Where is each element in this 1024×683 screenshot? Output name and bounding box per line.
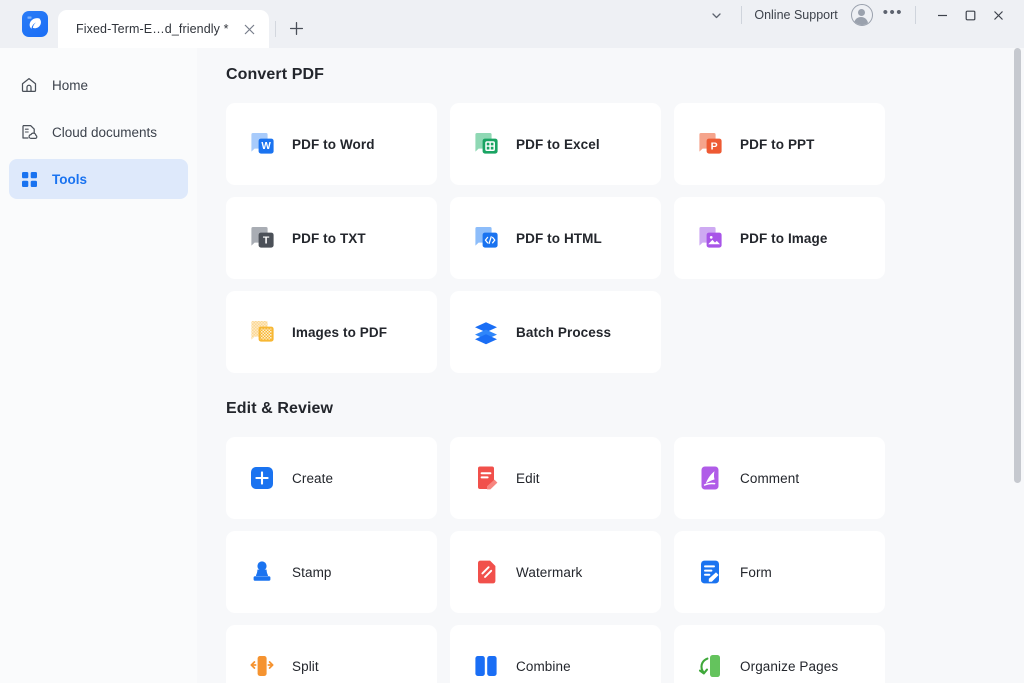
scrollbar-thumb[interactable]	[1014, 48, 1021, 483]
pdf-to-word-icon: W	[246, 128, 278, 160]
tool-card-label: Split	[292, 658, 319, 674]
tool-card-label: Create	[292, 470, 334, 486]
online-support-link[interactable]: Online Support	[754, 8, 837, 22]
tool-card-label: PDF to Image	[740, 230, 828, 246]
home-icon	[19, 75, 39, 95]
convert-pdf-grid: W PDF to Word PDF to Excel P PDF to PPT …	[226, 103, 1024, 373]
svg-text:P: P	[711, 140, 718, 152]
stamp-icon	[246, 556, 278, 588]
batch-process-icon	[470, 316, 502, 348]
tool-card-create[interactable]: Create	[226, 437, 437, 519]
main-scrollbar[interactable]	[1010, 48, 1024, 683]
tool-card-edit[interactable]: Edit	[450, 437, 661, 519]
tool-card-label: Watermark	[516, 564, 583, 580]
combine-icon	[470, 650, 502, 682]
tool-card-label: PDF to TXT	[292, 230, 366, 246]
tool-card-label: Comment	[740, 470, 800, 486]
new-tab-button[interactable]	[284, 15, 310, 41]
maximize-button[interactable]	[956, 2, 984, 28]
pdf-to-ppt-icon: P	[694, 128, 726, 160]
pdf-to-excel-icon	[470, 128, 502, 160]
cloud-document-icon	[19, 122, 39, 142]
body-area: Home Cloud documents Tools Convert PDF W…	[0, 48, 1024, 683]
avatar-icon[interactable]	[850, 4, 873, 26]
tool-card-label: Organize Pages	[740, 658, 839, 674]
sidebar-item-label: Home	[52, 77, 89, 93]
tool-card-label: Images to PDF	[292, 324, 388, 340]
sidebar-item-tools[interactable]: Tools	[9, 159, 188, 199]
tool-card-organize-pages[interactable]: Organize Pages	[674, 625, 885, 683]
sidebar-item-home[interactable]: Home	[9, 65, 188, 105]
more-horizontal-icon[interactable]: •••	[883, 5, 903, 25]
sidebar-item-label: Cloud documents	[52, 124, 158, 140]
create-icon	[246, 462, 278, 494]
tab-divider	[274, 21, 276, 37]
images-to-pdf-icon	[246, 316, 278, 348]
tool-card-label: Edit	[516, 470, 540, 486]
tool-card-label: PDF to Excel	[516, 136, 600, 152]
section-title: Edit & Review	[226, 400, 334, 417]
close-window-button[interactable]	[984, 2, 1012, 28]
section-edit-review: Edit & Review Create Edit Comment Stamp …	[226, 400, 1024, 683]
sidebar-item-cloud-documents[interactable]: Cloud documents	[9, 112, 188, 152]
pdf-to-txt-icon: T	[246, 222, 278, 254]
tool-card-comment[interactable]: Comment	[674, 437, 885, 519]
split-icon	[246, 650, 278, 682]
tool-card-split[interactable]: Split	[226, 625, 437, 683]
pdf-to-image-icon	[694, 222, 726, 254]
form-icon	[694, 556, 726, 588]
sidebar-item-label: Tools	[52, 171, 87, 187]
chevron-down-icon[interactable]	[703, 2, 729, 28]
tool-card-label: PDF to HTML	[516, 230, 602, 246]
titlebar-divider-2	[915, 6, 916, 24]
edit-review-grid: Create Edit Comment Stamp Watermark Form…	[226, 437, 1024, 683]
section-convert-pdf: Convert PDF W PDF to Word PDF to Excel P…	[226, 66, 1024, 373]
tab-title: Fixed-Term-E…d_friendly *	[76, 22, 229, 36]
sidebar: Home Cloud documents Tools	[0, 48, 197, 683]
titlebar-controls: Online Support •••	[703, 0, 1024, 39]
app-logo-icon	[22, 11, 48, 37]
tool-card-pdf-to-ppt[interactable]: P PDF to PPT	[674, 103, 885, 185]
svg-text:T: T	[263, 234, 270, 246]
title-bar: Fixed-Term-E…d_friendly * Online Support…	[0, 0, 1024, 48]
svg-text:W: W	[261, 141, 271, 152]
tool-card-images-to-pdf[interactable]: Images to PDF	[226, 291, 437, 373]
tool-card-label: Stamp	[292, 564, 332, 580]
tool-card-label: Form	[740, 564, 772, 580]
section-title: Convert PDF	[226, 66, 324, 83]
tool-card-pdf-to-html[interactable]: PDF to HTML	[450, 197, 661, 279]
tab-close-icon[interactable]	[241, 20, 259, 38]
comment-icon	[694, 462, 726, 494]
edit-icon	[470, 462, 502, 494]
tool-card-pdf-to-word[interactable]: W PDF to Word	[226, 103, 437, 185]
tool-card-pdf-to-image[interactable]: PDF to Image	[674, 197, 885, 279]
tool-card-pdf-to-excel[interactable]: PDF to Excel	[450, 103, 661, 185]
tool-card-label: PDF to PPT	[740, 136, 815, 152]
tool-card-combine[interactable]: Combine	[450, 625, 661, 683]
tab-strip: Fixed-Term-E…d_friendly *	[58, 0, 703, 48]
pdf-to-html-icon	[470, 222, 502, 254]
tool-card-label: PDF to Word	[292, 136, 375, 152]
tool-card-batch-process[interactable]: Batch Process	[450, 291, 661, 373]
tool-card-label: Combine	[516, 658, 571, 674]
tool-card-stamp[interactable]: Stamp	[226, 531, 437, 613]
grid-tools-icon	[19, 169, 39, 189]
minimize-button[interactable]	[928, 2, 956, 28]
tool-card-watermark[interactable]: Watermark	[450, 531, 661, 613]
main-content: Convert PDF W PDF to Word PDF to Excel P…	[197, 48, 1024, 683]
tool-card-label: Batch Process	[516, 324, 612, 340]
document-tab[interactable]: Fixed-Term-E…d_friendly *	[58, 10, 269, 48]
watermark-icon	[470, 556, 502, 588]
titlebar-divider-1	[741, 6, 743, 24]
tool-card-form[interactable]: Form	[674, 531, 885, 613]
tool-card-pdf-to-txt[interactable]: T PDF to TXT	[226, 197, 437, 279]
organize-pages-icon	[694, 650, 726, 682]
